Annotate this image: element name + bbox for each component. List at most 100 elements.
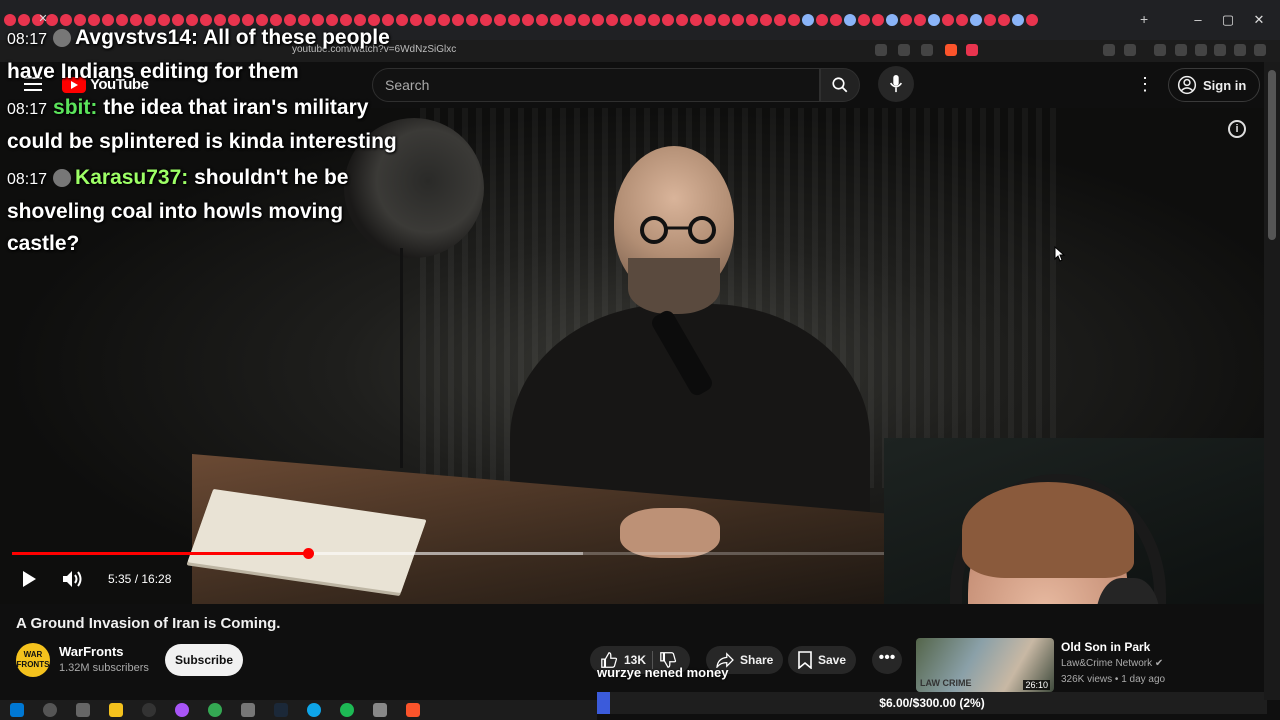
browser-tab[interactable] [872,14,884,26]
time-display: 5:35 / 16:28 [108,572,172,586]
steam-icon[interactable] [274,703,288,717]
browser-tab[interactable] [466,14,478,26]
browser-tab[interactable] [634,14,646,26]
subscribe-button[interactable]: Subscribe [165,644,243,676]
browser-tab[interactable] [606,14,618,26]
chat-username[interactable]: sbit [53,96,90,119]
maximize-button[interactable]: ▢ [1216,12,1240,28]
minimize-button[interactable]: – [1186,12,1210,27]
browser-tab[interactable] [774,14,786,26]
wallet-icon[interactable] [1195,44,1207,56]
extension-icon[interactable] [1124,44,1136,56]
zoom-icon[interactable] [875,44,887,56]
recommended-channel[interactable]: Law&Crime Network ✔ [1061,658,1163,669]
browser-tab[interactable] [830,14,842,26]
browser-tab[interactable] [1026,14,1038,26]
vpn-icon[interactable] [1234,44,1246,56]
edge-icon[interactable] [307,703,321,717]
close-window-button[interactable]: ✕ [1247,12,1271,28]
browser-tab[interactable] [648,14,660,26]
browser-tab[interactable] [536,14,548,26]
browser-tab[interactable] [662,14,674,26]
twitch-icon[interactable] [175,703,189,717]
chat-overlay: 08:17 Avgvstvs14: All of these people hav… [7,22,417,264]
brave-rewards-icon[interactable] [966,44,978,56]
recommended-video-title[interactable]: Old Son in Park [1061,640,1150,654]
search-button[interactable] [820,68,860,102]
info-icon[interactable]: i [1228,120,1246,138]
sign-in-button[interactable]: Sign in [1168,68,1260,102]
browser-tab[interactable] [550,14,562,26]
browser-tab[interactable] [970,14,982,26]
task-view-icon[interactable] [76,703,90,717]
progress-bar[interactable] [12,548,884,559]
more-options-icon[interactable]: ⋮ [1136,74,1154,95]
browser-tab[interactable] [984,14,996,26]
browser-tab[interactable] [438,14,450,26]
sign-in-label: Sign in [1203,77,1247,93]
browser-tab[interactable] [844,14,856,26]
play-icon[interactable] [20,570,38,588]
browser-tab[interactable] [592,14,604,26]
recommended-video-thumbnail[interactable]: LAW CRIME 26:10 [916,638,1054,692]
browser-tab[interactable] [956,14,968,26]
file-explorer-icon[interactable] [109,703,123,717]
more-actions-button[interactable]: ••• [872,646,902,674]
browser-tab[interactable] [452,14,464,26]
browser-tab[interactable] [564,14,576,26]
app-icon[interactable] [373,703,387,717]
browser-tab[interactable] [998,14,1010,26]
browser-tab[interactable] [508,14,520,26]
browser-tab[interactable] [1012,14,1024,26]
menu-icon[interactable] [1254,44,1266,56]
browser-tab[interactable] [732,14,744,26]
browser-tab[interactable] [914,14,926,26]
spotify-icon[interactable] [340,703,354,717]
browser-tab[interactable] [746,14,758,26]
voice-search-button[interactable] [878,66,914,102]
volume-icon[interactable] [62,570,84,588]
channel-avatar[interactable]: WAR FRONTS [16,643,50,677]
browser-tab[interactable] [620,14,632,26]
page-scrollbar[interactable] [1264,62,1280,700]
scrubber-handle[interactable] [302,548,314,559]
brave-shield-icon[interactable] [945,44,957,56]
browser-tab[interactable] [578,14,590,26]
browser-tab[interactable] [704,14,716,26]
extension-icon[interactable] [1103,44,1115,56]
browser-tab[interactable] [522,14,534,26]
browser-tab[interactable] [690,14,702,26]
start-icon[interactable] [10,703,24,717]
search-icon[interactable] [43,703,57,717]
brave-icon[interactable] [406,703,420,717]
browser-tab[interactable] [788,14,800,26]
browser-tab[interactable] [802,14,814,26]
sidebar-icon[interactable] [1175,44,1187,56]
share-page-icon[interactable] [921,44,933,56]
browser-tab[interactable] [858,14,870,26]
browser-tab[interactable] [494,14,506,26]
browser-tab[interactable] [886,14,898,26]
new-tab-button[interactable]: + [1140,11,1148,27]
scrollbar-thumb[interactable] [1268,70,1276,240]
browser-tab[interactable] [900,14,912,26]
media-icon[interactable] [1154,44,1166,56]
app-icon[interactable] [241,703,255,717]
chat-username[interactable]: Avgvstvs14 [75,26,191,49]
browser-tab[interactable] [928,14,940,26]
channel-name[interactable]: WarFronts [59,644,124,659]
chrome-icon[interactable] [208,703,222,717]
browser-tab[interactable] [718,14,730,26]
extension-icon[interactable] [1214,44,1226,56]
browser-tab[interactable] [424,14,436,26]
browser-tab[interactable] [816,14,828,26]
browser-tab[interactable] [676,14,688,26]
chat-username[interactable]: Karasu737 [75,166,181,189]
browser-tab[interactable] [760,14,772,26]
search-input[interactable]: Search [372,68,820,102]
cast-icon[interactable] [898,44,910,56]
browser-tab[interactable] [942,14,954,26]
save-button[interactable]: Save [788,646,857,674]
obs-icon[interactable] [142,703,156,717]
browser-tab[interactable] [480,14,492,26]
